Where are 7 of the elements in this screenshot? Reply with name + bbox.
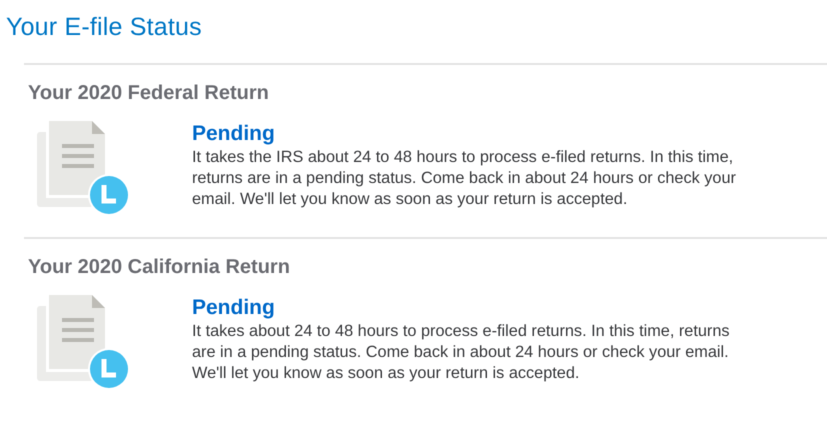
status-label: Pending: [192, 121, 275, 147]
status-label: Pending: [192, 295, 275, 321]
return-heading: Your 2020 Federal Return: [28, 81, 270, 106]
page-title: Your E-file Status: [6, 12, 203, 43]
return-heading: Your 2020 California Return: [28, 255, 291, 280]
status-message: It takes about 24 to 48 hours to process e-filed returns. In this time, returns are in a pending status. Come back in about 24 hours or check your email. We'll let you know as soon as your return is accepted.: [192, 321, 731, 384]
status-message: It takes the IRS about 24 to 48 hours to process e-filed returns. In this time, returns are in a pending status. Come back in about 24 hours or check your email. We'll let you know as soon as your return is accepted.: [192, 147, 737, 210]
